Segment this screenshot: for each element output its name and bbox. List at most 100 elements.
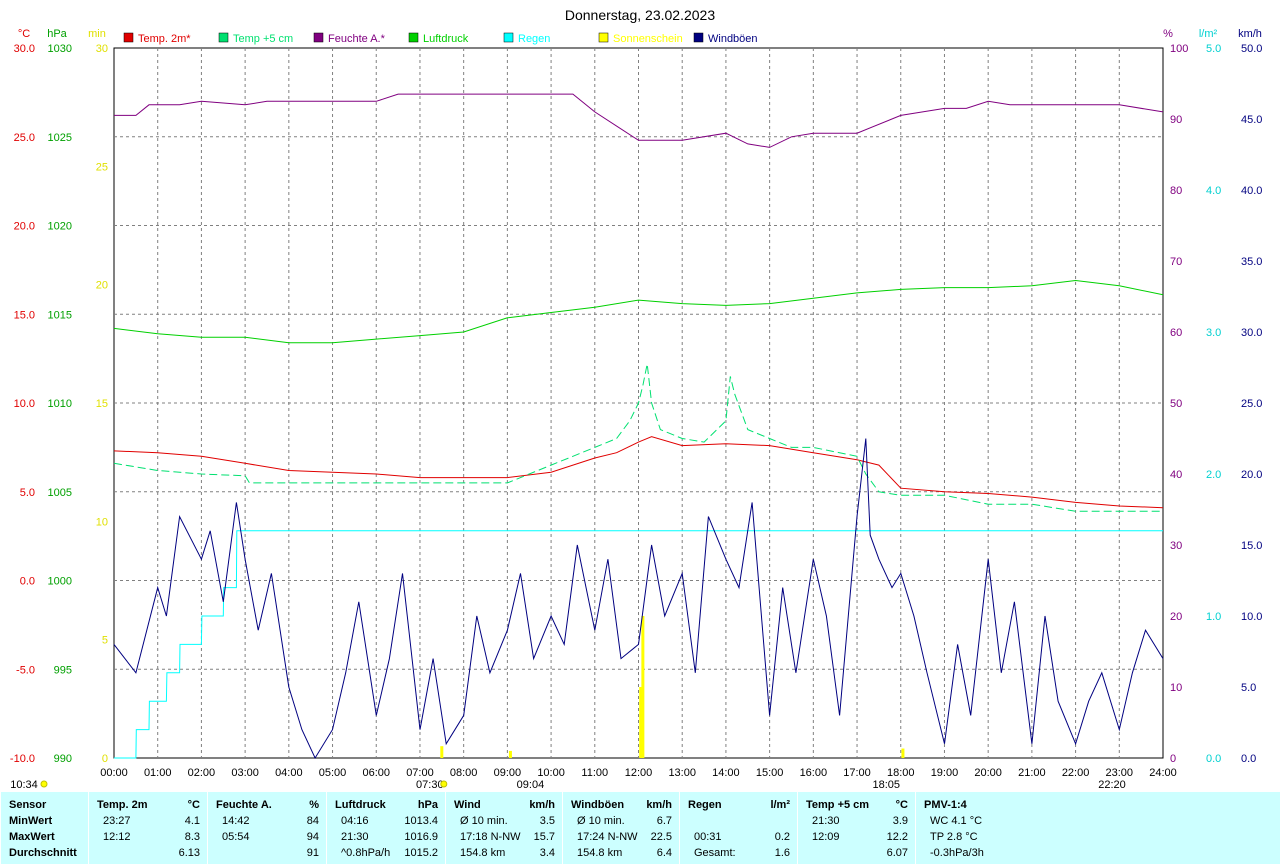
stats-cell-label: 21:30: [341, 831, 369, 843]
x-tick-label: 07:00: [406, 767, 434, 779]
axis-tick-label-pressure_hpa: 1010: [48, 398, 72, 410]
stats-cell-label: Ø 10 min.: [577, 815, 625, 827]
x-tick-label: 24:00: [1149, 767, 1177, 779]
axis-tick-label-pressure_hpa: 1005: [48, 487, 72, 499]
stats-column: PMV-1:4 WC 4.1 °C TP 2.8 °C -0.3hPa/3h: [915, 792, 996, 864]
x-tick-label: 04:00: [275, 767, 303, 779]
x-tick-label: 17:00: [843, 767, 871, 779]
legend-swatch: [503, 32, 514, 43]
stats-cell-value: 3.5: [539, 815, 555, 827]
stats-cell-label: 14:42: [222, 815, 250, 827]
stats-unit: l/m²: [770, 799, 790, 811]
moonrise-icon: [40, 780, 48, 788]
stats-header: Wind: [454, 799, 481, 811]
x-tick-label: 20:00: [974, 767, 1002, 779]
stats-unit: km/h: [646, 799, 672, 811]
stats-cell-label: Gesamt:: [694, 847, 736, 859]
legend-label: Sonnenschein: [613, 33, 683, 45]
stats-unit: hPa: [417, 799, 438, 811]
legend-swatch: [313, 32, 324, 43]
axis-tick-label-temp_c: 30.0: [14, 43, 35, 55]
axis-unit-wind_kmh: km/h: [1238, 28, 1262, 40]
axis-tick-label-temp_c: 5.0: [20, 487, 35, 499]
stats-cell-label: 17:24 N-NW: [577, 831, 638, 843]
axis-tick-label-sun_min: 15: [96, 398, 108, 410]
axis-tick-label-wind_kmh: 5.0: [1241, 682, 1256, 694]
axis-tick-label-humidity_pct: 10: [1170, 682, 1182, 694]
x-tick-label: 18:00: [887, 767, 915, 779]
axis-tick-label-humidity_pct: 90: [1170, 114, 1182, 126]
x-tick-label: 01:00: [144, 767, 172, 779]
stats-cell-label: MaxWert: [9, 831, 55, 843]
stats-cell-value: 1.6: [774, 847, 790, 859]
axis-tick-label-humidity_pct: 0: [1170, 753, 1176, 765]
axis-tick-label-humidity_pct: 100: [1170, 43, 1188, 55]
x-tick-label: 00:00: [100, 767, 128, 779]
stats-cell-value: 3.4: [539, 847, 555, 859]
legend-label: Temp +5 cm: [233, 33, 293, 45]
sunshine-bar: [508, 750, 512, 758]
axis-tick-label-rain_lm2: 4.0: [1206, 185, 1221, 197]
legend-swatch: [598, 32, 609, 43]
stats-header: Luftdruck: [335, 799, 386, 811]
weather-chart: Donnerstag, 23.02.2023 Temp. 2m* Temp +5 …: [0, 0, 1280, 792]
axis-tick-label-temp_c: 15.0: [14, 309, 35, 321]
stats-column: Luftdruck hPa 04:16 1013.4 21:30 1016.9 ^0.8hP…: [326, 792, 446, 864]
moonrise-label: 10:34: [10, 779, 38, 791]
stats-header: Feuchte A.: [216, 799, 272, 811]
stats-cell-label: -0.3hPa/3h: [930, 847, 984, 859]
stats-header: Regen: [688, 799, 722, 811]
stats-header: Temp. 2m: [97, 799, 148, 811]
axis-tick-label-wind_kmh: 45.0: [1241, 114, 1262, 126]
axis-tick-label-sun_min: 0: [102, 753, 108, 765]
axis-tick-label-humidity_pct: 60: [1170, 327, 1182, 339]
x-tick-label: 12:00: [625, 767, 653, 779]
stats-column: Sensor MinWert MaxWert Durchschnitt: [0, 792, 89, 864]
stats-column: Wind km/h Ø 10 min. 3.5 17:18 N-NW 15.7 154.8 …: [445, 792, 563, 864]
legend-swatch: [123, 32, 134, 43]
x-tick-label: 09:00: [494, 767, 522, 779]
axis-tick-label-humidity_pct: 30: [1170, 540, 1182, 552]
stats-cell-label: 12:09: [812, 831, 840, 843]
sunshine-bar: [901, 748, 905, 758]
stats-header: PMV-1:4: [924, 799, 967, 811]
axis-tick-label-temp_c: -5.0: [16, 664, 35, 676]
stats-column: Regen l/m² 00:31 0.2 Gesamt: 1.6: [679, 792, 798, 864]
axis-tick-label-pressure_hpa: 1000: [48, 576, 72, 588]
sunset-label: 18:05: [872, 779, 900, 791]
x-tick-label: 05:00: [319, 767, 347, 779]
stats-cell-value: 6.7: [656, 815, 672, 827]
stats-column: Temp. 2m °C 23:27 4.1 12:12 8.3 6.13: [88, 792, 208, 864]
axis-tick-label-temp_c: 20.0: [14, 221, 35, 233]
x-tick-label: 16:00: [800, 767, 828, 779]
x-tick-label: 21:00: [1018, 767, 1046, 779]
axis-tick-label-wind_kmh: 20.0: [1241, 469, 1262, 481]
axis-tick-label-sun_min: 20: [96, 280, 108, 292]
x-tick-label: 11:00: [581, 767, 608, 779]
stats-cell-value: 1016.9: [404, 831, 438, 843]
stats-unit: km/h: [529, 799, 555, 811]
axis-tick-label-wind_kmh: 50.0: [1241, 43, 1262, 55]
x-tick-label: 08:00: [450, 767, 478, 779]
stats-cell-label: 05:54: [222, 831, 250, 843]
axis-tick-label-sun_min: 5: [102, 635, 108, 647]
chart-title: Donnerstag, 23.02.2023: [565, 7, 715, 23]
stats-cell-label: 12:12: [103, 831, 131, 843]
axis-tick-label-wind_kmh: 35.0: [1241, 256, 1262, 268]
stats-cell-label: 154.8 km: [460, 847, 506, 859]
sunrise-label: 07:30: [416, 779, 444, 791]
axis-tick-label-pressure_hpa: 1020: [48, 221, 72, 233]
stats-cell-label: ^0.8hPa/h: [341, 847, 391, 859]
axis-tick-label-rain_lm2: 1.0: [1206, 611, 1221, 623]
sun-peak-label: 09:04: [517, 779, 545, 791]
axis-tick-label-sun_min: 25: [96, 161, 108, 173]
axis-tick-label-rain_lm2: 3.0: [1206, 327, 1221, 339]
stats-cell-value: 8.3: [184, 831, 200, 843]
x-tick-label: 06:00: [362, 767, 390, 779]
x-tick-label: 14:00: [712, 767, 740, 779]
stats-column: Windböen km/h Ø 10 min. 6.7 17:24 N-NW 22.5 15…: [562, 792, 680, 864]
stats-cell-value: 4.1: [184, 815, 200, 827]
axis-tick-label-temp_c: -10.0: [10, 753, 35, 765]
stats-header: Sensor: [9, 799, 47, 811]
axis-tick-label-wind_kmh: 25.0: [1241, 398, 1262, 410]
